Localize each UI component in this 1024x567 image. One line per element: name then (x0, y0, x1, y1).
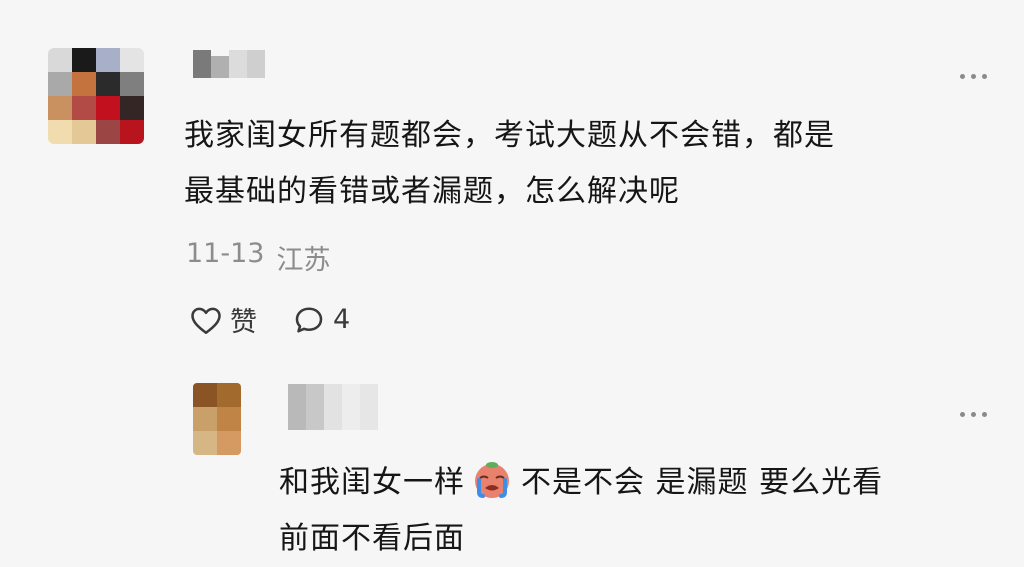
comment-actions: 赞 4 (188, 300, 384, 339)
avatar-pixel (72, 48, 96, 72)
username-pixel (288, 384, 306, 430)
like-label: 赞 (230, 307, 257, 338)
comment-meta: 11-13 江苏 (186, 238, 330, 277)
username-pixel (229, 50, 247, 78)
avatar-pixel (120, 72, 144, 96)
username-pixel (306, 384, 324, 430)
avatar-pixel (120, 120, 144, 144)
avatar-pixel (48, 72, 72, 96)
avatar-pixel (48, 96, 72, 120)
comment-date: 11-13 (186, 238, 265, 269)
avatar-pixel (217, 431, 241, 455)
reply-count: 4 (333, 304, 351, 335)
comment-bubble-icon (295, 306, 323, 333)
like-button[interactable]: 赞 (188, 300, 257, 339)
avatar-pixel (193, 383, 217, 407)
avatar-pixel (72, 96, 96, 120)
comment-location: 江苏 (276, 245, 331, 276)
avatar-pixel (96, 48, 120, 72)
more-options-icon[interactable] (960, 74, 987, 79)
avatar-pixel (96, 120, 120, 144)
avatar-pixel (48, 48, 72, 72)
avatar-pixel (217, 407, 241, 431)
reply-text: 和我闺女一样 不是不会 是漏题 要么光看 前面不看后面 (279, 455, 999, 567)
avatar-pixel (217, 383, 241, 407)
comment-text: 我家闺女所有题都会，考试大题从不会错，都是 最基础的看错或者漏题，怎么解决呢 (184, 108, 984, 220)
avatar-pixel (193, 407, 217, 431)
username-pixel (360, 384, 378, 430)
more-options-icon[interactable] (960, 412, 987, 417)
reply-text-segment: 和我闺女一样 (279, 465, 465, 500)
reply-text-line: 和我闺女一样 不是不会 是漏题 要么光看 (279, 455, 999, 511)
reply-text-segment: 不是不会 是漏题 要么光看 (521, 465, 884, 500)
crying-face-emoji-icon (475, 462, 509, 498)
username-pixel (193, 50, 211, 78)
avatar-pixel (96, 72, 120, 96)
avatar-pixel (120, 48, 144, 72)
avatar-pixel (72, 120, 96, 144)
heart-icon (191, 307, 221, 334)
comment-text-line: 我家闺女所有题都会，考试大题从不会错，都是 (184, 118, 835, 153)
username-pixel (247, 50, 265, 78)
avatar-pixel (96, 96, 120, 120)
reply-avatar[interactable] (193, 383, 241, 455)
comment-text-line: 最基础的看错或者漏题，怎么解决呢 (184, 174, 680, 209)
avatar-pixel (72, 72, 96, 96)
reply-button[interactable]: 4 (291, 302, 350, 338)
reply-text-line: 前面不看后面 (279, 521, 465, 556)
avatar-pixel (48, 120, 72, 144)
username-pixel (211, 56, 229, 78)
reply-username-blurred[interactable] (288, 384, 378, 430)
avatar-pixel (120, 96, 144, 120)
username-blurred[interactable] (193, 50, 265, 78)
avatar-pixel (193, 431, 217, 455)
avatar[interactable] (48, 48, 144, 144)
username-pixel (342, 384, 360, 430)
username-pixel (324, 384, 342, 430)
